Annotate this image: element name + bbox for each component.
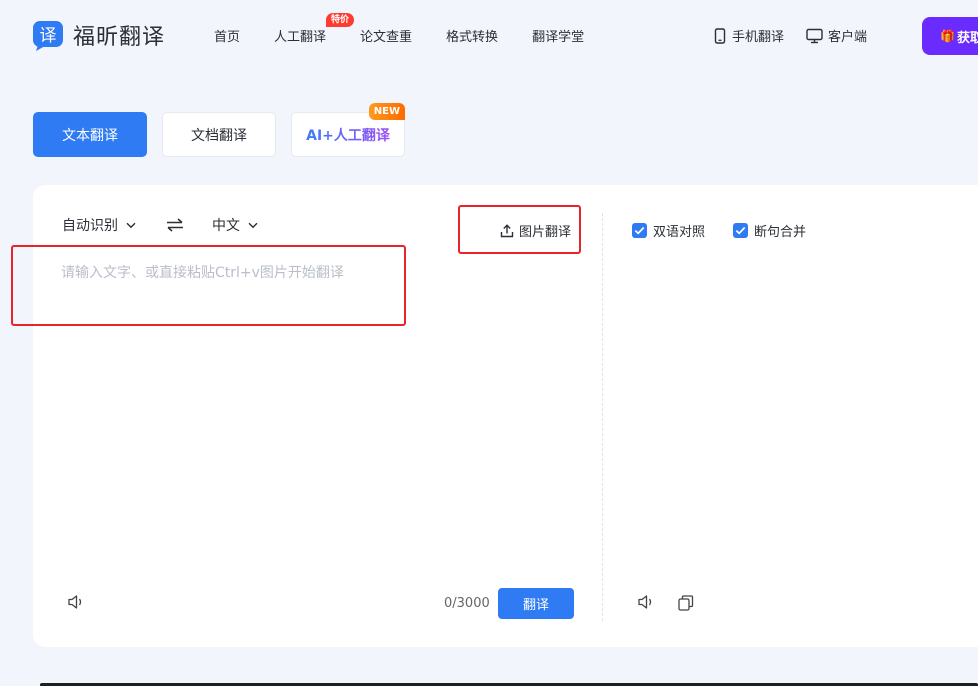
speaker-icon bbox=[638, 595, 652, 609]
brand-name: 福昕翻译 bbox=[73, 25, 166, 50]
tab-text-translation[interactable]: 文本翻译 bbox=[33, 112, 147, 157]
translate-panel: 自动识别 中文 图片翻译 0/3 bbox=[33, 185, 978, 647]
target-speak-button[interactable] bbox=[637, 594, 656, 614]
mobile-translate-link[interactable]: 手机翻译 bbox=[713, 26, 784, 45]
merge-sentences-option[interactable]: 断句合并 bbox=[733, 221, 806, 240]
top-header: 译 福昕翻译 首页 人工翻译 特价 论文查重 格式转换 翻译学堂 手机翻译 客户… bbox=[0, 0, 978, 72]
copy-icon bbox=[678, 595, 694, 611]
source-language-select[interactable]: 自动识别 bbox=[62, 215, 136, 235]
source-speak-button[interactable] bbox=[67, 594, 86, 614]
nav-item-home[interactable]: 首页 bbox=[214, 26, 240, 45]
tab-document-translation[interactable]: 文档翻译 bbox=[162, 112, 276, 157]
logo-mark-text: 译 bbox=[40, 26, 57, 46]
main-nav: 首页 人工翻译 特价 论文查重 格式转换 翻译学堂 bbox=[214, 13, 618, 45]
desktop-client-label: 客户端 bbox=[828, 30, 868, 45]
monitor-icon bbox=[806, 28, 823, 43]
mobile-translate-label: 手机翻译 bbox=[732, 30, 785, 45]
copy-button[interactable] bbox=[677, 594, 695, 616]
bilingual-label: 双语对照 bbox=[653, 225, 706, 240]
swap-icon bbox=[167, 218, 183, 232]
source-language-label: 自动识别 bbox=[62, 218, 118, 234]
get-vip-button[interactable]: 🎁 获取 bbox=[922, 17, 978, 55]
merge-sentences-label: 断句合并 bbox=[754, 225, 807, 240]
nav-item-label: 人工翻译 bbox=[274, 30, 327, 45]
target-language-select[interactable]: 中文 bbox=[212, 215, 258, 235]
chevron-down-icon bbox=[248, 222, 258, 228]
new-badge: NEW bbox=[368, 103, 405, 120]
panel-divider bbox=[602, 213, 603, 621]
image-translate-label: 图片翻译 bbox=[519, 225, 572, 240]
phone-icon bbox=[714, 27, 726, 44]
nav-item-format-convert[interactable]: 格式转换 bbox=[446, 26, 498, 45]
desktop-client-link[interactable]: 客户端 bbox=[806, 26, 867, 45]
speaker-icon bbox=[68, 595, 82, 609]
header-right: 手机翻译 客户端 bbox=[713, 26, 889, 45]
target-language-label: 中文 bbox=[212, 218, 240, 234]
gift-icon: 🎁 bbox=[940, 29, 955, 43]
checkbox-checked-icon[interactable] bbox=[632, 223, 647, 238]
bilingual-option[interactable]: 双语对照 bbox=[632, 221, 705, 240]
checkbox-checked-icon[interactable] bbox=[733, 223, 749, 238]
tab-ai-human-label: AI+人工翻译 bbox=[306, 125, 390, 145]
source-text-input[interactable] bbox=[61, 262, 561, 552]
upload-icon bbox=[500, 223, 514, 237]
logo[interactable]: 译 福昕翻译 bbox=[32, 18, 165, 52]
tab-ai-human-translation[interactable]: AI+人工翻译 NEW bbox=[291, 103, 405, 157]
logo-icon: 译 bbox=[32, 18, 66, 52]
image-translate-button[interactable]: 图片翻译 bbox=[500, 221, 571, 240]
nav-item-translation-academy[interactable]: 翻译学堂 bbox=[532, 26, 584, 45]
output-options: 双语对照 断句合并 bbox=[632, 221, 834, 240]
mode-tabs: 文本翻译 文档翻译 AI+人工翻译 NEW bbox=[33, 103, 420, 157]
chevron-down-icon bbox=[126, 222, 136, 228]
character-counter: 0/3000 bbox=[444, 596, 490, 611]
nav-item-human-translation[interactable]: 人工翻译 特价 bbox=[274, 13, 355, 45]
translate-button[interactable]: 翻译 bbox=[498, 588, 574, 619]
special-price-badge: 特价 bbox=[326, 13, 355, 27]
get-vip-label: 获取 bbox=[956, 30, 978, 46]
nav-item-plagiarism-check[interactable]: 论文查重 bbox=[360, 26, 412, 45]
swap-languages-button[interactable] bbox=[166, 218, 184, 232]
language-bar: 自动识别 中文 bbox=[62, 215, 258, 235]
